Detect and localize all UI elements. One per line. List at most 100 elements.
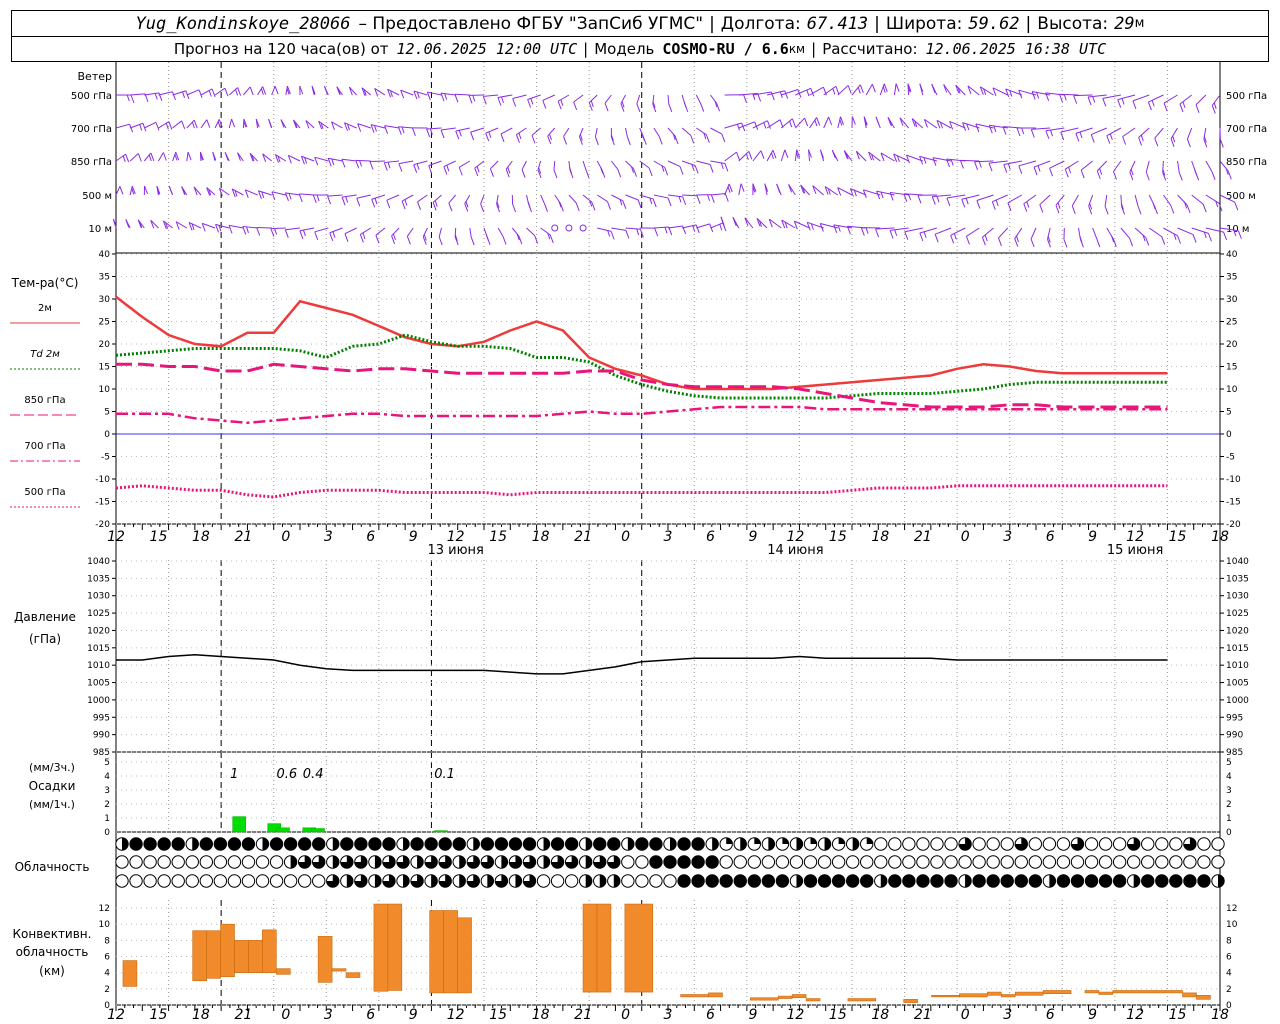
cloud-symbol xyxy=(986,874,1000,888)
temp-tick-label-right: -10 xyxy=(1226,475,1241,485)
cloud-symbol xyxy=(1000,855,1014,869)
cloud-symbol xyxy=(607,855,621,869)
cloud-symbol-fill xyxy=(860,874,873,888)
wind-barb xyxy=(116,94,135,104)
cloud-symbol xyxy=(1014,837,1028,851)
cloud-symbol xyxy=(930,855,944,869)
wind-barb xyxy=(875,116,881,129)
pressure-tick-label-left: 1015 xyxy=(87,644,110,654)
cloud-symbol xyxy=(635,874,649,888)
wind-barb-shaft xyxy=(474,160,485,169)
wind-barb xyxy=(823,85,840,96)
cloud-symbol xyxy=(1028,837,1043,851)
cloud-symbol-fill xyxy=(691,874,705,888)
wind-barb xyxy=(756,217,768,229)
cloud-symbol xyxy=(593,855,607,869)
wind-barb xyxy=(1132,94,1150,110)
wind-barb xyxy=(855,150,867,162)
wind-barb-shaft xyxy=(258,190,272,196)
wind-barb xyxy=(448,194,457,212)
cloud-symbol-outline xyxy=(1070,855,1085,869)
wind-barb xyxy=(893,83,900,96)
temp-tick-label-right: -15 xyxy=(1226,498,1241,508)
cloud-symbol-outline xyxy=(1098,837,1113,851)
cloud-symbol xyxy=(536,837,551,851)
wind-barb-shaft xyxy=(401,194,414,202)
precip-bar xyxy=(433,830,448,833)
wind-barb-shaft xyxy=(710,127,723,135)
cloud-symbol xyxy=(550,874,565,888)
cloud-symbol-outline xyxy=(185,855,199,869)
cloud-symbol-fill xyxy=(1099,874,1112,888)
convective-bar xyxy=(903,999,918,1003)
cloud-symbol-fill xyxy=(515,874,522,888)
wind-barb xyxy=(851,116,856,129)
cloud-symbol-outline xyxy=(1112,837,1127,851)
wind-barb xyxy=(887,117,895,129)
wind-barb xyxy=(284,227,301,238)
precip-tick-label-left: 4 xyxy=(104,772,110,782)
cloud-symbol xyxy=(410,837,424,851)
wind-barb-flag xyxy=(1021,127,1025,135)
cloud-symbol-outline xyxy=(227,874,242,888)
convective-bar xyxy=(847,998,877,1002)
wind-barb-flag xyxy=(443,166,448,175)
wind-barb-shaft xyxy=(391,227,400,237)
wind-barb xyxy=(428,160,442,174)
wind-barb xyxy=(271,191,286,200)
cloud-symbol xyxy=(719,874,733,888)
wind-barb xyxy=(596,194,611,210)
wind-barb xyxy=(482,94,499,105)
wind-barb xyxy=(865,83,876,96)
cloud-symbol xyxy=(1112,837,1127,851)
wind-barb-flag xyxy=(1033,166,1038,176)
cloud-symbol xyxy=(874,874,888,888)
cloud-symbol xyxy=(902,837,916,851)
wind-barb-flag xyxy=(743,94,748,103)
wind-barb-flag xyxy=(474,167,479,177)
cloud-symbol xyxy=(944,874,958,888)
wind-barb-shaft xyxy=(371,194,386,200)
cloud-symbol-fill xyxy=(705,855,719,869)
wind-barb-flag xyxy=(531,135,536,144)
wind-barb xyxy=(115,186,124,196)
cloud-symbol xyxy=(831,837,846,851)
wind-barb-shaft xyxy=(144,92,159,96)
cloud-symbol-fill xyxy=(122,837,129,851)
wind-barb xyxy=(474,160,485,177)
cloud-symbol xyxy=(1197,874,1211,888)
cloud-symbol xyxy=(1155,855,1169,869)
wind-barb-flag xyxy=(237,87,242,96)
cloud-symbol-outline xyxy=(1028,837,1043,851)
cloud-symbol xyxy=(536,874,551,888)
cloud-symbol-outline xyxy=(1014,855,1028,869)
cloud-symbol xyxy=(354,874,368,888)
temp-tick-label-left: -15 xyxy=(95,498,110,508)
cloud-symbol xyxy=(733,855,747,869)
wind-barb-shaft xyxy=(604,94,612,104)
cloud-symbol-fill xyxy=(403,874,410,888)
wind-barb xyxy=(1191,160,1200,181)
wind-barb-flag xyxy=(162,152,167,161)
wind-barb-shaft xyxy=(1129,160,1136,173)
cloud-symbol-outline xyxy=(199,874,214,888)
wind-barb-flag xyxy=(270,228,275,237)
wind-level-label-left: 500 гПа xyxy=(71,91,112,102)
cloud-symbol-outline xyxy=(972,855,986,869)
cloud-symbol-fill xyxy=(663,855,677,869)
wind-barb-flag xyxy=(231,118,236,128)
wind-barb xyxy=(129,153,142,162)
x-tick-label: 6 xyxy=(1046,529,1055,545)
wind-barb-shaft xyxy=(497,94,513,98)
temp-tick-label-left: -5 xyxy=(101,453,110,463)
wind-barb-flag xyxy=(154,93,158,100)
wind-barb-flag xyxy=(440,129,445,139)
precip-tick-label-left: 5 xyxy=(104,758,110,768)
wind-barb xyxy=(515,127,527,143)
cloud-symbol-outline xyxy=(241,855,256,869)
precip-bar xyxy=(311,828,325,833)
cloud-symbol xyxy=(466,837,480,851)
cloud-symbol xyxy=(157,837,171,851)
wind-barb-shaft xyxy=(357,123,371,129)
wind-barb-flag xyxy=(865,227,869,234)
